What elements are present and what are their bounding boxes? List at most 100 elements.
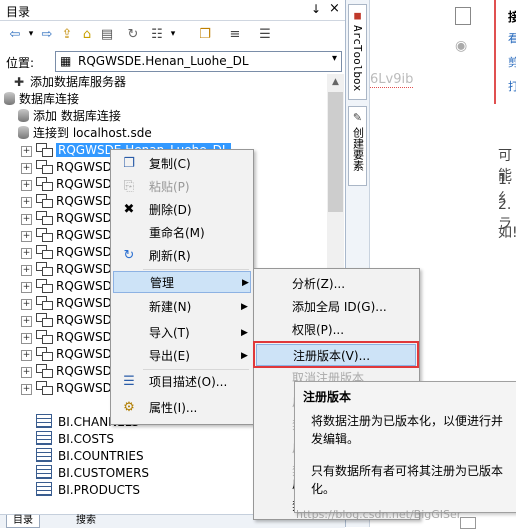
expand-icon[interactable]: + xyxy=(21,333,32,344)
tree-item-table[interactable]: BI.COSTS xyxy=(36,431,114,448)
doc-corner-icon xyxy=(460,517,476,529)
submenu-item-partial[interactable]: 启 xyxy=(256,391,304,413)
tree-item-dataset[interactable]: RQGWSD xyxy=(36,159,112,176)
options-icon[interactable]: ☰ xyxy=(256,25,274,43)
tab-arctoolbox[interactable]: ■ ArcToolbox xyxy=(348,4,367,100)
expand-icon[interactable]: + xyxy=(21,350,32,361)
up-folder-icon[interactable]: ⇪ xyxy=(58,25,76,43)
tree-item-dataset[interactable]: RQGWSD xyxy=(36,278,112,295)
tree-item-dataset[interactable]: RQGWSD xyxy=(36,193,112,210)
tree-item-dataset[interactable]: RQGWSD xyxy=(36,363,112,380)
tree-item-dataset[interactable]: RQGWSD xyxy=(36,295,112,312)
tooltip-title: 注册版本 xyxy=(303,390,352,404)
connect-icon[interactable]: ❐ xyxy=(196,25,214,43)
submenu-item-partial[interactable]: 禁 xyxy=(256,414,304,436)
expand-icon[interactable]: + xyxy=(21,146,32,157)
expand-icon[interactable]: + xyxy=(21,248,32,259)
properties-icon: ⚙ xyxy=(123,400,135,415)
expand-icon[interactable]: + xyxy=(21,265,32,276)
tree-item-add-db-connection[interactable]: 添加 数据库连接 xyxy=(18,108,121,125)
feature-dataset-icon xyxy=(36,347,53,361)
doc-side-link[interactable]: 打 xyxy=(508,78,516,94)
description-icon: ☰ xyxy=(123,374,135,389)
database-icon xyxy=(18,109,29,122)
menu-item-description[interactable]: ☰ 项目描述(O)... xyxy=(113,371,251,393)
submenu-item-add-global-id[interactable]: 添加全局 ID(G)... xyxy=(256,296,416,318)
tree-item-db-connections[interactable]: 数据库连接 xyxy=(4,91,79,108)
expand-icon[interactable]: + xyxy=(21,282,32,293)
location-field[interactable]: ▦ RQGWSDE.Henan_Luohe_DL ▾ xyxy=(55,51,342,72)
close-icon[interactable]: × xyxy=(329,1,340,16)
submenu-item-partial[interactable]: 启 xyxy=(256,437,304,459)
feature-dataset-icon xyxy=(36,279,53,293)
expand-icon[interactable]: + xyxy=(21,299,32,310)
tree-item-dataset[interactable]: RQGWSD xyxy=(36,380,112,397)
catalog-title: 目录 xyxy=(6,5,31,19)
tree-item-table[interactable]: BI.PRODUCTS xyxy=(36,482,140,499)
tree-item-dataset[interactable]: RQGWSD xyxy=(36,261,112,278)
menu-item-refresh[interactable]: ↻ 刷新(R) xyxy=(113,245,251,267)
tree-item-table[interactable]: BI.COUNTRIES xyxy=(36,448,144,465)
menu-item-delete[interactable]: ✖ 删除(D) xyxy=(113,199,251,221)
submenu-item-analyze[interactable]: 分析(Z)... xyxy=(256,273,416,295)
expand-icon[interactable]: + xyxy=(21,316,32,327)
home-icon[interactable]: ⌂ xyxy=(78,25,96,43)
tree-item-dataset[interactable]: RQGWSD xyxy=(36,176,112,193)
tree-item-table[interactable]: BI.CUSTOMERS xyxy=(36,465,149,482)
panel-toggle-icon[interactable] xyxy=(455,7,471,25)
submenu-item-privileges[interactable]: 权限(P)... xyxy=(256,319,416,341)
menu-item-new[interactable]: 新建(N) ▶ xyxy=(113,296,251,318)
view-dropdown-icon[interactable]: ▾ xyxy=(164,25,182,43)
expand-icon[interactable]: + xyxy=(21,197,32,208)
table-icon xyxy=(36,482,52,496)
expand-icon[interactable]: + xyxy=(21,163,32,174)
doc-side-link[interactable]: 看 xyxy=(508,30,516,46)
menu-item-rename[interactable]: 重命名(M) xyxy=(113,222,251,244)
expand-icon[interactable]: + xyxy=(21,384,32,395)
chevron-down-icon[interactable]: ▾ xyxy=(332,53,337,64)
tree-item-dataset[interactable]: RQGWSD xyxy=(36,329,112,346)
menu-item-import[interactable]: 导入(T) ▶ xyxy=(113,322,251,344)
table-icon xyxy=(36,414,52,428)
expand-icon[interactable]: + xyxy=(21,231,32,242)
highlight-outline xyxy=(253,341,419,368)
submenu-item-partial[interactable]: 启 xyxy=(256,473,304,495)
tab-search[interactable]: 搜索 xyxy=(70,515,102,527)
scroll-thumb[interactable] xyxy=(328,92,343,212)
feature-dataset-icon xyxy=(36,296,53,310)
expand-icon[interactable]: + xyxy=(21,367,32,378)
tab-catalog[interactable]: 目录 xyxy=(6,515,40,528)
menu-item-export[interactable]: 导出(E) ▶ xyxy=(113,345,251,367)
forward-arrow-icon[interactable]: ⇨ xyxy=(38,25,56,43)
expand-icon[interactable]: + xyxy=(21,214,32,225)
scroll-up-icon[interactable]: ▲ xyxy=(327,74,344,91)
refresh-icon[interactable]: ↻ xyxy=(124,25,142,43)
menu-item-paste[interactable]: ⎘ 粘贴(P) xyxy=(113,176,251,198)
copy-icon: ❐ xyxy=(123,156,135,171)
tree-toggle-icon[interactable]: ≡ xyxy=(226,25,244,43)
create-features-icon: ✎ xyxy=(352,111,363,124)
feature-dataset-icon xyxy=(36,143,53,157)
tree-item-dataset[interactable]: RQGWSD xyxy=(36,210,112,227)
tab-create-features[interactable]: ✎ 创建要素 xyxy=(348,106,367,186)
tree-item-dataset[interactable]: RQGWSD xyxy=(36,312,112,329)
tree-item-dataset[interactable]: RQGWSD xyxy=(36,244,112,261)
expand-icon[interactable]: + xyxy=(21,180,32,191)
menu-item-manage[interactable]: 管理 ▶ xyxy=(113,271,251,293)
pin-icon[interactable]: ↓ xyxy=(311,2,321,16)
table-icon xyxy=(36,448,52,462)
location-label: 位置: xyxy=(6,56,35,70)
eye-icon[interactable]: ◉ xyxy=(455,38,467,54)
tree-item-connection[interactable]: 连接到 localhost.sde xyxy=(18,125,152,142)
menu-item-properties[interactable]: ⚙ 属性(I)... xyxy=(113,397,251,419)
database-icon xyxy=(4,92,15,105)
tree-item-dataset[interactable]: RQGWSD xyxy=(36,227,112,244)
menu-item-copy[interactable]: ❐ 复制(C) xyxy=(113,153,251,175)
feature-dataset-icon xyxy=(36,245,53,259)
tree-item-add-server[interactable]: ✚ 添加数据库服务器 xyxy=(14,74,126,91)
doc-side-link[interactable]: 剪 xyxy=(508,54,516,70)
connect-folder-icon[interactable]: ▤ xyxy=(98,25,116,43)
submenu-item-partial[interactable]: 禁 xyxy=(256,495,304,517)
tree-item-dataset[interactable]: RQGWSD xyxy=(36,346,112,363)
feature-dataset-icon xyxy=(36,177,53,191)
